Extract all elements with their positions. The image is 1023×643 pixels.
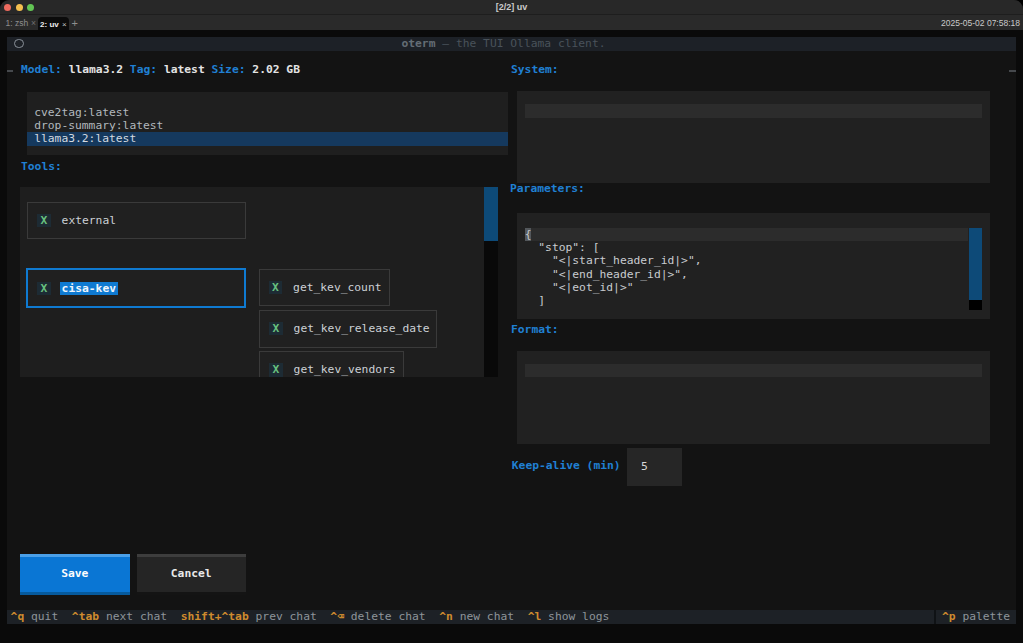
model-option[interactable]: cve2tag:latest [27,106,508,119]
parameters-textarea[interactable]: { "stop": [ "<|start_header_id|>", "<|en… [517,213,990,319]
checkbox-get-kev-count[interactable]: X get_kev_count [259,269,391,307]
binding-new-chat[interactable]: ^n new chat [439,610,514,623]
checkbox-get-kev-release-date[interactable]: X get_kev_release_date [259,310,437,348]
checkbox-label: external [62,214,116,227]
app-subtitle: — the TUI Ollama client. [435,37,605,50]
checkbox-label: get_kev_count [293,281,381,294]
checkbox-label: get_kev_vendors [294,363,396,376]
checkbox-check-icon: X [37,214,51,227]
model-select-list: cve2tag:latest drop-summary:latest llama… [27,92,508,155]
oterm-footer: ^q quit ^tab next chat shift+^tab prev c… [7,610,1016,624]
system-label: System: [511,63,559,76]
footer-divider [934,610,936,624]
tab-zsh[interactable]: 1: zsh [6,15,29,32]
keep-alive-input[interactable]: 5 [627,448,682,486]
size-value: 2.02 GB [252,63,300,76]
oterm-header-title: oterm — the TUI Ollama client. [0,37,1008,51]
model-label: Model: [21,63,62,76]
binding-quit[interactable]: ^q quit [11,610,59,623]
tab-zsh-close-icon[interactable]: × [31,15,36,32]
binding-delete-chat[interactable]: ^⌫ delete chat [330,610,425,623]
checkbox-check-icon: X [269,281,283,294]
format-label: Format: [511,323,559,336]
system-textarea[interactable] [517,91,990,183]
checkbox-check-icon: X [37,282,51,295]
checkbox-cisa-kev[interactable]: X cisa-kev [26,268,246,308]
binding-palette[interactable]: ^p palette [942,610,1010,624]
model-option-selected[interactable]: llama3.2:latest [27,132,508,145]
footer-keybindings: ^q quit ^tab next chat shift+^tab prev c… [11,610,610,624]
parameters-label: Parameters: [510,182,585,195]
parameters-json-text: { "stop": [ "<|start_header_id|>", "<|en… [525,228,702,308]
checkbox-check-icon: X [269,322,283,335]
parameters-scrollbar-corner [969,300,982,310]
text-cursor: { [525,228,532,241]
window-title: [2/2] uv [0,0,1023,14]
model-option[interactable]: drop-summary:latest [27,119,508,132]
format-cursor-line [525,364,983,377]
checkbox-check-icon: X [269,363,283,376]
parameters-scrollbar-thumb[interactable] [969,228,982,300]
model-name: llama3.2 [69,63,123,76]
tab-uv-close-icon[interactable]: × [62,17,67,32]
keep-alive-value: 5 [641,448,648,486]
checkbox-get-kev-vendors[interactable]: X get_kev_vendors [259,351,404,377]
format-textarea[interactable] [517,351,990,444]
terminal-tabbar: 1: zsh × 2: uv × + 2025-05-02 07:58:18 [0,14,1023,31]
terminal-window: [2/2] uv 1: zsh × 2: uv × + 2025-05-02 0… [0,0,1023,643]
app-name: oterm [401,37,435,50]
left-border-dash [7,70,14,73]
binding-show-logs[interactable]: ^l show logs [528,610,610,623]
cancel-button[interactable]: Cancel [137,554,246,595]
checkbox-label-highlighted: cisa-kev [60,282,117,295]
tools-container: X external X cisa-kev X get_kev_count X … [20,187,498,377]
keep-alive-label: Keep-alive (min) [512,459,621,472]
tab-uv-label: 2: uv [40,17,59,32]
new-tab-button[interactable]: + [72,15,78,32]
tools-label: Tools: [21,160,62,173]
right-border-dash [1009,70,1016,73]
system-cursor-line [525,104,983,117]
tab-uv[interactable]: 2: uv × [38,17,69,32]
size-label: Size: [212,63,246,76]
model-info-row: Model: llama3.2 Tag: latest Size: 2.02 G… [21,63,300,76]
tools-scrollbar-thumb[interactable] [484,187,498,241]
save-button[interactable]: Save [20,554,130,595]
binding-next-chat[interactable]: ^tab next chat [72,610,167,623]
checkbox-external[interactable]: X external [27,202,246,240]
binding-prev-chat[interactable]: shift+^tab prev chat [181,610,317,623]
tabbar-clock: 2025-05-02 07:58:18 [941,15,1020,32]
tools-scrollbar[interactable] [484,187,498,377]
macos-titlebar: [2/2] uv [0,0,1023,14]
tag-value: latest [164,63,205,76]
checkbox-label: get_kev_release_date [294,322,430,335]
tag-label: Tag: [130,63,157,76]
